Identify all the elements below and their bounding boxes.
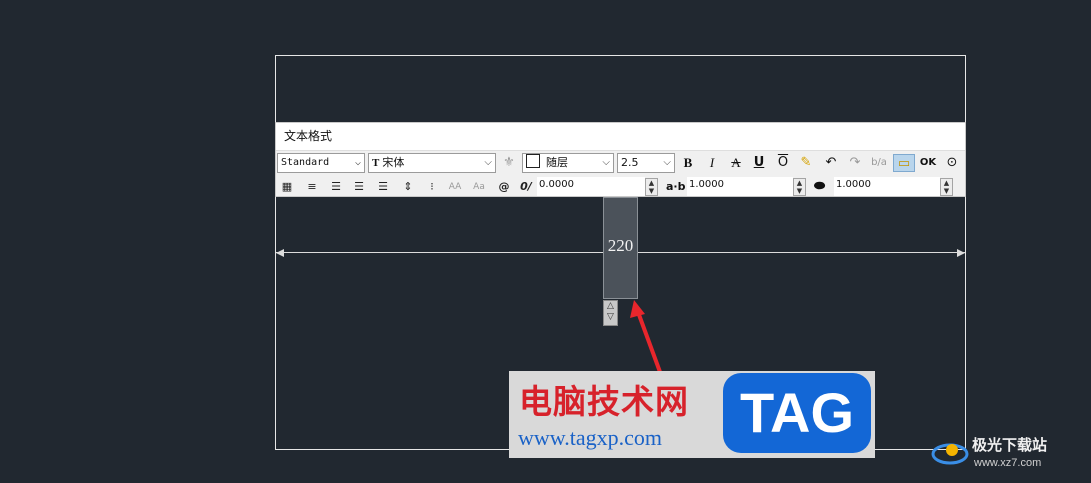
options-icon[interactable]: ⊙	[943, 154, 961, 172]
numbering-icon[interactable]: ⁝	[423, 178, 441, 196]
text-height-value: 2.5	[621, 156, 639, 169]
text-height-select[interactable]: 2.5 ⌵	[617, 153, 675, 173]
width-factor-spinner[interactable]: ▲ ▼	[940, 178, 953, 196]
italic-button[interactable]: I	[703, 154, 721, 172]
undo-icon[interactable]: ↶	[822, 154, 840, 172]
mtext-editor-box[interactable]: 220	[603, 197, 638, 299]
overline-button[interactable]: O	[774, 154, 792, 172]
watermark-title: 电脑技术网	[519, 382, 689, 421]
font-select[interactable]: T 宋体 ⌵	[368, 153, 496, 173]
editor-resize-handle[interactable]: △ ▽	[603, 300, 618, 326]
chevron-down-icon: ⌵	[663, 157, 671, 168]
tracking-field[interactable]: 1.0000	[687, 177, 793, 196]
style-select-value: Standard	[281, 157, 330, 168]
bold-button[interactable]: B	[679, 154, 697, 172]
truetype-font-icon: T	[372, 157, 380, 169]
redo-icon[interactable]: ↷	[846, 154, 864, 172]
ruler-icon[interactable]: ▭	[893, 154, 915, 172]
brand-watermark: 极光下载站 www.xz7.com	[930, 430, 1090, 480]
strikethrough-button[interactable]: A	[727, 154, 745, 172]
watermark-url: www.tagxp.com	[518, 425, 662, 450]
oblique-angle-spinner[interactable]: ▲ ▼	[645, 178, 658, 196]
brand-name: 极光下载站	[972, 436, 1048, 454]
symbol-icon[interactable]: @	[495, 178, 513, 196]
color-select-value: 随层	[546, 156, 568, 169]
brand-url: www.xz7.com	[974, 457, 1042, 469]
toolbar-row-2: ▦ ≡ ☰ ☰ ☰ ⇕ ⁝ AA Aa @ 0/ 0.0000 ▲ ▼ a·b 1…	[276, 176, 965, 198]
dimension-arrow-left	[276, 249, 284, 257]
watermark-overlay: 电脑技术网 www.tagxp.com TAG	[509, 371, 875, 458]
oblique-angle-icon: 0/	[520, 180, 532, 193]
chevron-down-icon: ⌵	[354, 157, 361, 168]
tracking-icon: a·b	[666, 180, 686, 193]
toolbar-title[interactable]: 文本格式	[276, 123, 965, 151]
align-center-icon[interactable]: ☰	[350, 178, 368, 196]
width-factor-icon: ⬬	[814, 179, 826, 194]
columns-icon[interactable]: ▦	[278, 178, 296, 196]
watermark-tag-logo: TAG	[723, 373, 871, 453]
color-swatch	[526, 154, 540, 168]
text-format-toolbar: 文本格式 Standard ⌵ T 宋体 ⌵ ⚜ 随层 ⌵ 2.5 ⌵ B I A…	[275, 122, 966, 197]
chevron-down-icon: ⌵	[484, 157, 492, 168]
line-spacing-icon[interactable]: ⇕	[399, 178, 417, 196]
mtext-justification-icon[interactable]: ≡	[303, 178, 321, 196]
chevron-down-icon: ⌵	[602, 157, 610, 168]
toolbar-row-1: Standard ⌵ T 宋体 ⌵ ⚜ 随层 ⌵ 2.5 ⌵ B I A U O …	[276, 151, 965, 175]
brand-logo-icon	[931, 443, 969, 465]
tracking-spinner[interactable]: ▲ ▼	[793, 178, 806, 196]
dimension-text[interactable]: 220	[604, 236, 637, 256]
annotative-icon[interactable]: ⚜	[500, 154, 518, 172]
align-right-icon[interactable]: ☰	[374, 178, 392, 196]
uppercase-icon[interactable]: AA	[446, 178, 464, 196]
color-select[interactable]: 随层 ⌵	[522, 153, 614, 173]
ok-button[interactable]: OK	[919, 154, 937, 172]
match-properties-icon[interactable]: ✎	[797, 154, 815, 172]
lowercase-icon[interactable]: Aa	[470, 178, 488, 196]
width-factor-field[interactable]: 1.0000	[834, 177, 940, 196]
font-select-value: 宋体	[382, 156, 405, 169]
align-left-icon[interactable]: ☰	[327, 178, 345, 196]
underline-button[interactable]: U	[750, 154, 768, 172]
style-select[interactable]: Standard ⌵	[277, 153, 365, 173]
oblique-angle-field[interactable]: 0.0000	[537, 177, 645, 196]
dimension-arrow-right	[957, 249, 965, 257]
stack-icon[interactable]: b/a	[870, 154, 888, 172]
